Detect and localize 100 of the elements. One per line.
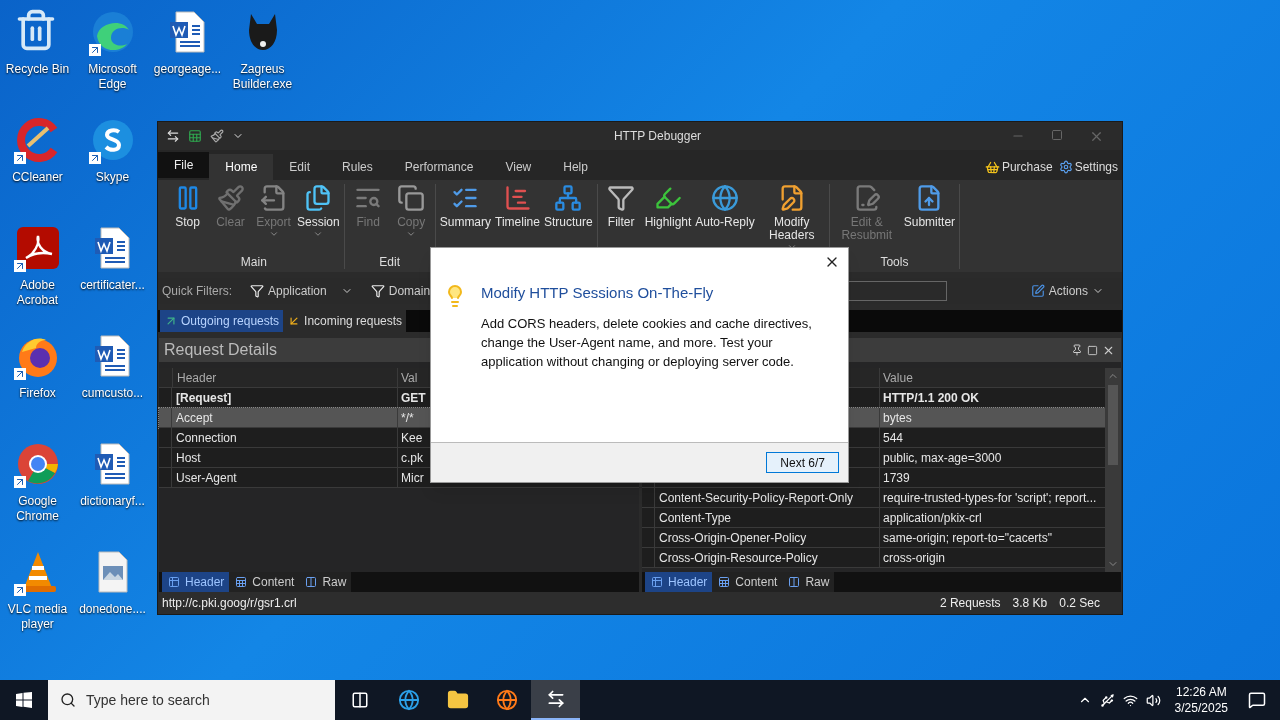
panel-tab[interactable]: Raw: [299, 572, 352, 592]
gantt-chart-icon: [503, 184, 532, 212]
panel-tab[interactable]: Header: [645, 572, 713, 592]
maximize-icon[interactable]: [1051, 128, 1063, 141]
ribbon-button[interactable]: Structure: [541, 184, 595, 255]
ribbon-button[interactable]: Summary: [437, 184, 494, 255]
tab-icon: [717, 576, 732, 588]
table-row[interactable]: Cross-Origin-Opener-Policy same-origin; report-to="cacerts": [642, 528, 1105, 548]
desktop-icon-label: Adobe Acrobat: [15, 278, 60, 308]
scrollbar[interactable]: [1105, 368, 1121, 572]
table-cell-text: Accept: [176, 409, 213, 427]
ribbon-tab[interactable]: File: [158, 152, 210, 178]
table-row[interactable]: Cross-Origin-Resource-Policy cross-origin: [642, 548, 1105, 568]
ribbon-group-label: Edit: [379, 255, 401, 269]
pin-icon[interactable]: [1071, 344, 1083, 356]
ribbon-tab[interactable]: Help: [547, 154, 604, 180]
ribbon-button[interactable]: Submitter: [901, 184, 958, 255]
highlighter-icon: [654, 184, 682, 212]
ribbon-tab[interactable]: Performance: [388, 154, 490, 180]
table-cell-text: Cross-Origin-Resource-Policy: [659, 549, 818, 567]
ribbon-tab[interactable]: Rules: [326, 154, 389, 180]
ribbon-tab[interactable]: Edit: [273, 154, 327, 180]
basket-icon: [984, 159, 1000, 175]
purchase-button[interactable]: Purchase: [984, 158, 1053, 176]
desktop-icon[interactable]: [13, 224, 62, 272]
table-cell-text: Kee: [401, 429, 423, 447]
panel-tab[interactable]: Content: [712, 572, 783, 592]
table-cell-text: require-trusted-types-for 'script'; report...: [883, 489, 1097, 507]
taskbar-app-button[interactable]: [531, 680, 580, 720]
filter-icon: [250, 284, 264, 298]
desktop-icon-label: georgeage...: [152, 62, 223, 77]
table-cell-text: same-origin; report-to="cacerts": [883, 529, 1052, 547]
globe-icon: [711, 184, 740, 212]
spreadsheet-icon[interactable]: [188, 129, 202, 143]
actions-button[interactable]: Actions: [1030, 282, 1104, 300]
app-icon[interactable]: [166, 129, 180, 143]
filter-dropdown[interactable]: Application: [250, 282, 353, 300]
files-icon: [304, 184, 333, 212]
table-cell-text: Cross-Origin-Opener-Policy: [659, 529, 807, 547]
table-cell-text: HTTP/1.1 200 OK: [883, 389, 980, 407]
panel-tab[interactable]: Content: [229, 572, 300, 592]
table-cell-text: Host: [176, 449, 201, 467]
ribbon-button[interactable]: Filter: [599, 184, 643, 255]
panel-tab[interactable]: Raw: [782, 572, 835, 592]
ribbon-button[interactable]: Modify Headers: [756, 184, 827, 255]
status-url: http://c.pki.goog/r/gsr1.crl: [162, 595, 298, 612]
export-icon: [259, 184, 288, 212]
tab-icon: [234, 576, 249, 588]
filter-dropdown[interactable]: Domain: [370, 282, 431, 300]
settings-icon: [1058, 160, 1073, 174]
table-row[interactable]: Content-Security-Policy-Report-Only require-trusted-types-for 'script'; report...: [642, 488, 1105, 508]
network-icon[interactable]: [1122, 692, 1138, 708]
search-input[interactable]: Type here to search: [86, 689, 316, 711]
ribbon-tab[interactable]: Home: [209, 154, 274, 180]
ribbon-button[interactable]: Auto-Reply: [693, 184, 757, 255]
panel-title: Request Details: [164, 340, 277, 360]
ribbon-tab[interactable]: View: [489, 154, 548, 180]
table-row[interactable]: Content-Type application/pkix-crl: [642, 508, 1105, 528]
table-cell-text: GET: [401, 389, 426, 407]
ribbon-button[interactable]: Highlight: [642, 184, 694, 255]
ribbon-button[interactable]: Session: [295, 184, 342, 255]
desktop-icon-label: donedone....: [78, 602, 147, 617]
desktop-icon-label: VLC media player: [6, 602, 69, 632]
tab-icon: [167, 576, 181, 588]
task-view-icon: [350, 691, 369, 709]
table-cell-text: public, max-age=3000: [883, 449, 1002, 467]
hierarchy-icon: [554, 184, 583, 212]
notification-icon[interactable]: [1248, 691, 1266, 709]
brush-icon[interactable]: [210, 129, 224, 143]
taskbar-search-field[interactable]: Type here to search: [48, 680, 335, 720]
desktop-icon-label: Zagreus Builder.exe: [231, 62, 294, 92]
table-cell-text: Connection: [176, 429, 237, 447]
column-header[interactable]: Value: [883, 368, 913, 387]
scroll-thumb[interactable]: [1108, 385, 1118, 465]
dialog-body: Add CORS headers, delete cookies and cache directives, change the User-Agent name, and more. Test your application without changing or deploying server code.: [481, 314, 813, 371]
tab-icon: [650, 576, 664, 588]
table-cell-text: Content-Type: [659, 509, 732, 527]
desktop-icon-label: cumcusto...: [80, 386, 145, 401]
request-tab[interactable]: Incoming requests: [283, 310, 407, 332]
quick-filters-label: Quick Filters:: [162, 283, 232, 300]
volume-icon[interactable]: [1145, 692, 1161, 708]
settings-button[interactable]: Settings: [1058, 158, 1118, 176]
ribbon-button[interactable]: Stop: [166, 184, 209, 255]
next-button[interactable]: Next 6/7: [766, 452, 839, 473]
table-cell-text: cross-origin: [883, 549, 945, 567]
device-icon[interactable]: [1099, 692, 1115, 708]
column-header[interactable]: Val: [401, 368, 418, 387]
desktop-icon-label: Recycle Bin: [4, 62, 71, 77]
windows-logo-icon: [16, 692, 32, 708]
clock[interactable]: 12:26 AM 3/25/2025: [1168, 684, 1234, 716]
elapsed-time: 0.2 Sec: [1059, 595, 1100, 612]
ribbon-group-label: Tools: [880, 255, 909, 269]
window-title: HTTP Debugger: [612, 128, 703, 145]
ribbon-button[interactable]: Timeline: [493, 184, 542, 255]
request-tab[interactable]: Outgoing requests: [160, 310, 284, 332]
tab-icon: [304, 576, 319, 588]
panel-tab[interactable]: Header: [162, 572, 230, 592]
folder-icon: [446, 689, 469, 711]
column-header[interactable]: Header: [177, 368, 217, 387]
desktop-icon-label: Firefox: [18, 386, 57, 401]
